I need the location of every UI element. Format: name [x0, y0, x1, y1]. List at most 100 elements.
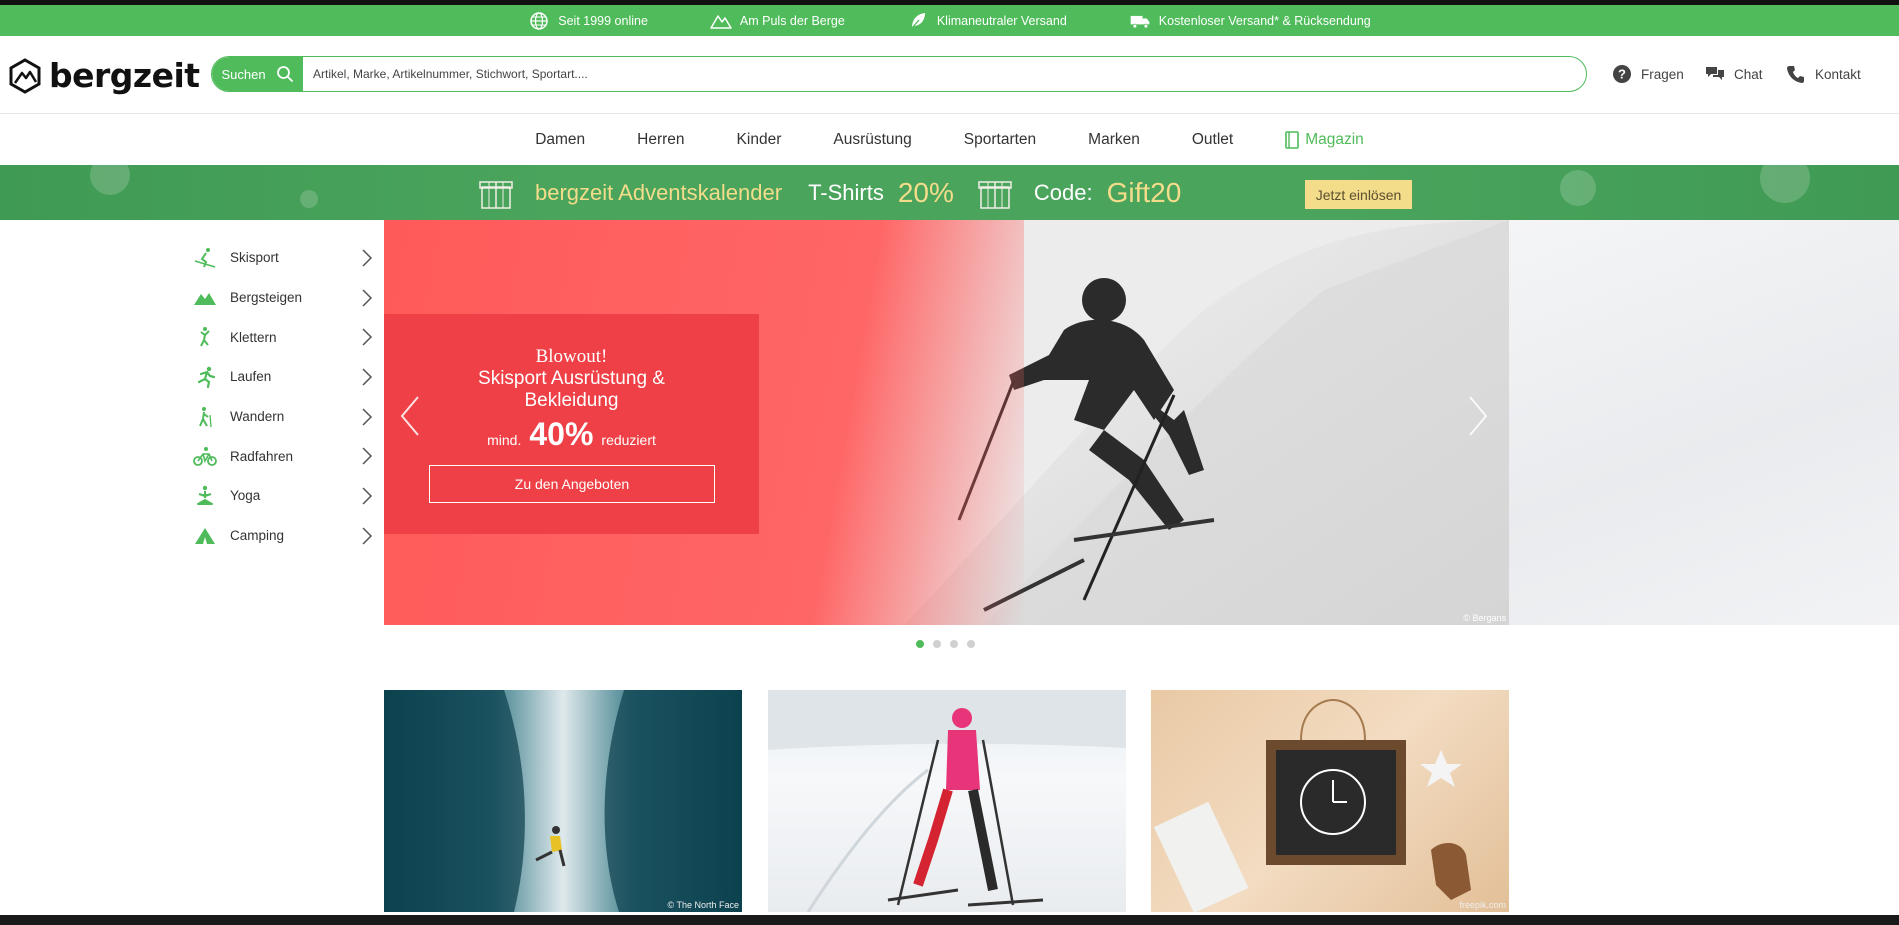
usp-label: Am Puls der Berge [739, 13, 845, 28]
service-contact[interactable]: Kontakt [1786, 64, 1861, 84]
service-faq[interactable]: ? Fragen [1612, 64, 1684, 84]
logo[interactable]: bergzeit [7, 56, 200, 95]
search-icon [276, 66, 293, 82]
chevron-right-icon [362, 408, 373, 426]
chevron-right-icon [362, 368, 373, 386]
sidebar-item-label: Laufen [230, 369, 272, 385]
service-label: Kontakt [1815, 66, 1861, 82]
sidebar-item-label: Wandern [230, 409, 285, 425]
hero-discount-row: mind. 40% reduziert [384, 416, 759, 453]
phone-icon [1787, 66, 1804, 83]
service-label: Fragen [1641, 66, 1684, 82]
category-sidebar: Skisport Bergsteigen Klettern Laufen Wan… [193, 238, 373, 556]
teaser-tile-advent[interactable]: freepik.com [1151, 690, 1509, 912]
advent-chalkboard-image [1153, 698, 1471, 912]
nav-item-ausruestung[interactable]: Ausrüstung [833, 131, 911, 149]
snow-decoration [1560, 170, 1596, 206]
slider-pagination [916, 640, 975, 648]
leaf-icon [910, 12, 925, 29]
climbing-icon [200, 327, 210, 347]
usp-label: Seit 1999 online [558, 13, 648, 28]
chevron-right-icon [362, 328, 373, 346]
nav-item-outlet[interactable]: Outlet [1192, 131, 1233, 149]
tent-icon [195, 527, 215, 544]
book-icon [1285, 131, 1300, 149]
header: bergzeit Suchen ? Fragen Chat Kontakt [0, 36, 1899, 114]
promo-banner[interactable]: bergzeit Adventskalender T-Shirts 20% Co… [0, 165, 1899, 220]
nav-item-magazin[interactable]: Magazin [1285, 131, 1364, 149]
usp-item-climate: Klimaneutraler Versand [907, 11, 1067, 31]
sidebar-item-camping[interactable]: Camping [193, 516, 373, 556]
sidebar-item-label: Klettern [230, 329, 277, 345]
sidebar-item-klettern[interactable]: Klettern [193, 317, 373, 357]
hero-headline: Blowout! [535, 346, 608, 367]
search-button[interactable]: Suchen [212, 57, 303, 91]
snow-decoration [300, 190, 318, 208]
chevron-right-icon [362, 527, 373, 545]
nav-item-sportarten[interactable]: Sportarten [964, 131, 1036, 149]
chevron-right-icon [362, 447, 373, 465]
gift-icon [978, 180, 1012, 209]
promo-code: Gift20 [1106, 176, 1182, 208]
question-icon: ? [1613, 65, 1631, 83]
teaser-tile-cross-country[interactable] [768, 690, 1126, 912]
hero-cta-button[interactable]: Zu den Angeboten [429, 465, 715, 503]
cross-country-ski-image [768, 690, 1126, 912]
mountain-icon [194, 292, 216, 305]
promo-product: T-Shirts [808, 179, 884, 205]
slider-prev-arrow[interactable] [396, 393, 424, 439]
tile-image-credit: freepik.com [1459, 900, 1506, 910]
nav-item-herren[interactable]: Herren [637, 131, 684, 149]
sidebar-item-label: Bergsteigen [230, 290, 303, 306]
teaser-tile-ice-climbing[interactable]: © The North Face [384, 690, 742, 912]
globe-icon [530, 11, 549, 30]
hero-subline: Skisport Ausrüstung & Bekleidung [478, 368, 665, 411]
sidebar-item-bergsteigen[interactable]: Bergsteigen [193, 278, 373, 318]
hero-slider[interactable]: Blowout! Skisport Ausrüstung & Bekleidun… [384, 220, 1509, 625]
usp-label: Klimaneutraler Versand [936, 13, 1067, 28]
nav-magazin-label: Magazin [1305, 131, 1364, 148]
nav-item-damen[interactable]: Damen [535, 131, 585, 149]
promo-redeem-button[interactable]: Jetzt einlösen [1305, 180, 1412, 209]
hero-discount: 40% [529, 416, 594, 452]
sidebar-item-label: Radfahren [230, 448, 294, 464]
slider-next-arrow[interactable] [1464, 393, 1492, 439]
ice-cave-image [384, 690, 742, 912]
nav-item-kinder[interactable]: Kinder [737, 131, 782, 149]
sidebar-item-skisport[interactable]: Skisport [193, 238, 373, 278]
sidebar-item-radfahren[interactable]: Radfahren [193, 436, 373, 476]
promo-discount: 20% [897, 176, 954, 208]
slider-dot[interactable] [916, 640, 924, 648]
logo-text: bergzeit [49, 56, 200, 95]
service-label: Chat [1734, 66, 1763, 82]
hiking-icon [199, 406, 212, 427]
chevron-right-icon [362, 249, 373, 267]
ski-icon [194, 247, 216, 268]
sidebar-item-yoga[interactable]: Yoga [193, 476, 373, 516]
hero-discount-prefix: mind. [487, 432, 522, 448]
nav-item-marken[interactable]: Marken [1088, 131, 1140, 149]
sidebar-item-laufen[interactable]: Laufen [193, 357, 373, 397]
promo-code-label: Code: [1033, 179, 1093, 205]
yoga-icon [197, 485, 213, 505]
slider-dot[interactable] [950, 640, 958, 648]
promo-content: bergzeit Adventskalender T-Shirts 20% Co… [479, 165, 1181, 220]
usp-bar: Seit 1999 online Am Puls der Berge Klima… [0, 5, 1899, 36]
chevron-right-icon [362, 487, 373, 505]
slider-dot[interactable] [967, 640, 975, 648]
hero-discount-suffix: reduziert [601, 432, 656, 448]
bike-icon [193, 447, 217, 467]
usp-item-mountains: Am Puls der Berge [710, 11, 845, 31]
search-input[interactable] [303, 57, 1586, 91]
snow-decoration [90, 165, 130, 195]
running-icon [197, 366, 216, 388]
usp-item-online: Seit 1999 online [528, 11, 648, 31]
chat-icon [1706, 67, 1724, 80]
chevron-right-icon [362, 289, 373, 307]
usp-item-shipping: Kostenloser Versand* & Rücksendung [1129, 11, 1371, 31]
sidebar-item-wandern[interactable]: Wandern [193, 397, 373, 437]
snow-decoration [1760, 165, 1810, 203]
promo-title: bergzeit Adventskalender [535, 179, 783, 205]
slider-dot[interactable] [933, 640, 941, 648]
service-chat[interactable]: Chat [1705, 64, 1763, 84]
